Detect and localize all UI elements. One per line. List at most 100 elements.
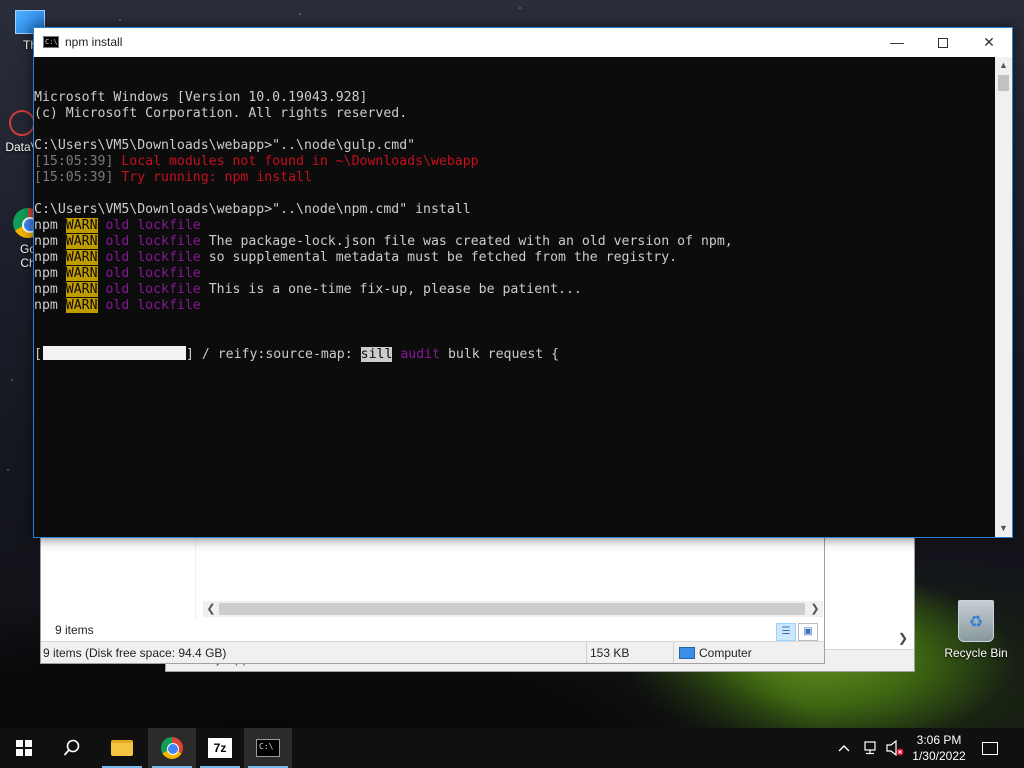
- console-text: Microsoft Windows [Version 10.0.19043.92…: [34, 90, 368, 105]
- console-text: npm: [34, 250, 66, 265]
- cmd-app-icon: C:\: [43, 36, 59, 48]
- warn-badge: WARN: [65, 298, 98, 313]
- show-hidden-icons-button[interactable]: [838, 728, 850, 768]
- notification-icon: [982, 741, 998, 755]
- console-line: C:\Users\VM5\Downloads\webapp>"..\node\g…: [34, 138, 995, 154]
- console-text: old lockfile: [97, 218, 201, 233]
- vertical-scrollbar[interactable]: ▲ ▼: [995, 57, 1012, 537]
- scroll-up-icon[interactable]: ▲: [995, 57, 1012, 74]
- search-button[interactable]: [48, 728, 96, 768]
- maximize-button[interactable]: [920, 28, 966, 57]
- console-line: npm WARN old lockfile This is a one-time…: [34, 282, 995, 298]
- warn-badge: WARN: [65, 266, 98, 281]
- cmd-window[interactable]: C:\ npm install — ✕ Microsoft Windows [V…: [33, 27, 1013, 538]
- taskbar: 7z C:\ 3:06 PM 1/30/2022: [0, 728, 1024, 768]
- horizontal-scrollbar[interactable]: ❮ ❯: [203, 601, 823, 617]
- console-text: npm: [34, 266, 66, 281]
- console-line: C:\Users\VM5\Downloads\webapp>"..\node\n…: [34, 202, 995, 218]
- progress-bar: [42, 346, 186, 360]
- large-icons-view-icon[interactable]: ▣: [798, 623, 818, 641]
- computer-icon: [679, 647, 695, 659]
- console-text: [15:05:39]: [34, 154, 122, 169]
- log-level: sill: [360, 347, 393, 362]
- console-text: (c) Microsoft Corporation. All rights re…: [34, 106, 408, 121]
- search-icon: [63, 739, 80, 756]
- view-toggle: ☰ ▣: [774, 621, 818, 641]
- console-text: npm: [34, 298, 66, 313]
- chrome-icon: [161, 737, 183, 759]
- console-text: old lockfile: [97, 250, 201, 265]
- maximize-icon: [938, 38, 948, 49]
- console-line: [15:05:39] Try running: npm install: [34, 170, 995, 186]
- status-divider: [673, 642, 674, 663]
- console-text: old lockfile: [97, 282, 201, 297]
- console-output[interactable]: Microsoft Windows [Version 10.0.19043.92…: [34, 57, 995, 537]
- navigation-pane[interactable]: [41, 533, 196, 619]
- close-button[interactable]: ✕: [966, 28, 1012, 57]
- taskbar-7zip[interactable]: 7z: [196, 728, 244, 768]
- progress-close: ] / reify:source-map:: [185, 347, 361, 362]
- status-size: 153 KB: [590, 646, 630, 660]
- console-line: npm WARN old lockfile: [34, 266, 995, 282]
- console-line: Microsoft Windows [Version 10.0.19043.92…: [34, 90, 995, 106]
- log-tag: audit: [392, 347, 441, 362]
- chevron-right-icon[interactable]: ❯: [898, 631, 908, 645]
- volume-button[interactable]: [886, 728, 904, 768]
- explorer-window[interactable]: ❮ ❯ 9 items ☰ ▣ 9 items (Disk free space:…: [40, 532, 825, 664]
- clock-date: 1/30/2022: [912, 749, 966, 763]
- network-button[interactable]: [862, 728, 878, 768]
- title-bar[interactable]: C:\ npm install — ✕: [34, 28, 1012, 57]
- action-center-button[interactable]: [982, 728, 998, 768]
- scroll-left-icon[interactable]: ❮: [203, 601, 219, 617]
- scroll-thumb[interactable]: [219, 603, 805, 615]
- warn-badge: WARN: [65, 234, 98, 249]
- console-line: npm WARN old lockfile so supplemental me…: [34, 250, 995, 266]
- start-button[interactable]: [0, 728, 48, 768]
- datav-icon: [9, 110, 35, 136]
- console-text: npm: [34, 234, 66, 249]
- console-text: Local modules not found in ~\Downloads\w…: [121, 154, 479, 169]
- window-title: npm install: [65, 35, 123, 49]
- status-divider: [586, 642, 587, 663]
- console-line: npm WARN old lockfile: [34, 298, 995, 314]
- scroll-right-icon[interactable]: ❯: [807, 601, 823, 617]
- taskbar-file-explorer[interactable]: [98, 728, 146, 768]
- recycle-bin-icon: [958, 600, 994, 642]
- taskbar-chrome[interactable]: [148, 728, 196, 768]
- status-location-label: Computer: [699, 646, 752, 660]
- console-text: Try running: npm install: [121, 170, 312, 185]
- desktop-icon-recycle-bin[interactable]: Recycle Bin: [938, 600, 1014, 660]
- folder-icon: [111, 740, 133, 756]
- console-text: C:\Users\VM5\Downloads\webapp>"..\node\n…: [34, 202, 471, 217]
- scroll-down-icon[interactable]: ▼: [995, 520, 1012, 537]
- console-line: npm WARN old lockfile: [34, 218, 995, 234]
- details-view-icon[interactable]: ☰: [776, 623, 796, 641]
- network-icon: [864, 741, 876, 755]
- clock-time: 3:06 PM: [916, 733, 962, 747]
- log-message: bulk request {: [440, 347, 560, 362]
- status-items: 9 items (Disk free space: 94.4 GB): [43, 646, 227, 660]
- console-text: old lockfile: [97, 266, 201, 281]
- items-count: 9 items: [55, 623, 94, 637]
- cmd-icon: C:\: [256, 739, 280, 757]
- status-location: Computer: [679, 646, 752, 660]
- taskbar-command-prompt[interactable]: C:\: [244, 728, 292, 768]
- progress-open: [: [34, 347, 42, 362]
- scroll-thumb[interactable]: [998, 75, 1009, 91]
- console-line: [15:05:39] Local modules not found in ~\…: [34, 154, 995, 170]
- console-line: npm WARN old lockfile The package-lock.j…: [34, 234, 995, 250]
- progress-line: [ ] / reify:source-map: sill audit bulk r…: [34, 346, 995, 362]
- minimize-button[interactable]: —: [874, 28, 920, 57]
- console-text: old lockfile: [97, 298, 201, 313]
- console-text: C:\Users\VM5\Downloads\webapp>"..\node\g…: [34, 138, 416, 153]
- console-text: npm: [34, 282, 66, 297]
- clock[interactable]: 3:06 PM 1/30/2022: [906, 732, 972, 764]
- console-line: (c) Microsoft Corporation. All rights re…: [34, 106, 995, 122]
- warn-badge: WARN: [65, 250, 98, 265]
- console-text: npm: [34, 218, 66, 233]
- console-text: [15:05:39]: [34, 170, 122, 185]
- desktop-icon-label: Recycle Bin: [944, 646, 1008, 660]
- console-text: so supplemental metadata must be fetched…: [200, 250, 678, 265]
